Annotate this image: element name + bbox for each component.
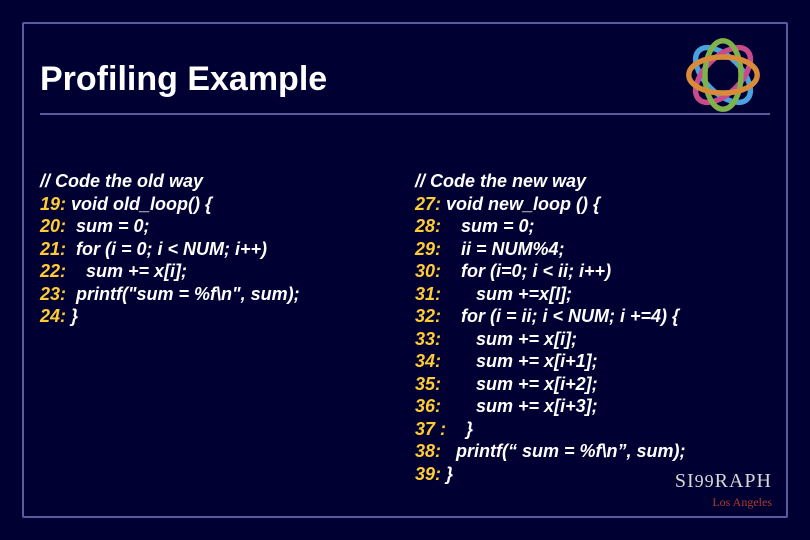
code-line: 21: for (i = 0; i < NUM; i++) (40, 238, 395, 261)
code-text: sum = 0; (441, 216, 535, 236)
code-line: 22: sum += x[i]; (40, 260, 395, 283)
title-underline (40, 113, 770, 115)
code-line: 38: printf(“ sum = %f\n”, sum); (415, 440, 770, 463)
code-text: sum = 0; (66, 216, 150, 236)
line-number: 23: (40, 284, 66, 304)
line-number: 31: (415, 284, 441, 304)
code-line: 30: for (i=0; i < ii; i++) (415, 260, 770, 283)
code-line: 36: sum += x[i+3]; (415, 395, 770, 418)
code-text: } (446, 419, 473, 439)
code-text: sum += x[i+1]; (441, 351, 598, 371)
line-number: 33: (415, 329, 441, 349)
brand-right: RAPH (715, 470, 772, 492)
left-code: 19: void old_loop() {20: sum = 0;21: for… (40, 193, 395, 328)
right-column: // Code the new way 27: void new_loop ()… (415, 170, 770, 485)
line-number: 24: (40, 306, 66, 326)
line-number: 28: (415, 216, 441, 236)
code-text: } (66, 306, 78, 326)
code-line: 28: sum = 0; (415, 215, 770, 238)
slide-title: Profiling Example (40, 60, 770, 109)
code-text: printf(“ sum = %f\n”, sum); (441, 441, 686, 461)
brand-text: SI99RAPH (675, 470, 772, 493)
line-number: 34: (415, 351, 441, 371)
line-number: 22: (40, 261, 66, 281)
code-text: void old_loop() { (66, 194, 212, 214)
code-text: sum += x[i+3]; (441, 396, 598, 416)
code-line: 34: sum += x[i+1]; (415, 350, 770, 373)
line-number: 38: (415, 441, 441, 461)
line-number: 35: (415, 374, 441, 394)
code-text: printf("sum = %f\n", sum); (66, 284, 300, 304)
line-number: 37 : (415, 419, 446, 439)
code-line: 19: void old_loop() { (40, 193, 395, 216)
right-heading: // Code the new way (415, 170, 770, 193)
code-text: for (i = ii; i < NUM; i +=4) { (441, 306, 679, 326)
code-line: 20: sum = 0; (40, 215, 395, 238)
code-line: 29: ii = NUM%4; (415, 238, 770, 261)
code-text: void new_loop () { (441, 194, 600, 214)
line-number: 21: (40, 239, 66, 259)
line-number: 19: (40, 194, 66, 214)
code-line: 32: for (i = ii; i < NUM; i +=4) { (415, 305, 770, 328)
footer-logo: SI99RAPH Los Angeles (675, 470, 772, 510)
code-line: 23: printf("sum = %f\n", sum); (40, 283, 395, 306)
code-line: 24: } (40, 305, 395, 328)
line-number: 39: (415, 464, 441, 484)
line-number: 27: (415, 194, 441, 214)
code-text: } (441, 464, 453, 484)
code-text: ii = NUM%4; (441, 239, 565, 259)
line-number: 30: (415, 261, 441, 281)
code-text: sum += x[i]; (441, 329, 577, 349)
line-number: 36: (415, 396, 441, 416)
left-column: // Code the old way 19: void old_loop() … (40, 170, 395, 485)
line-number: 20: (40, 216, 66, 236)
line-number: 32: (415, 306, 441, 326)
code-text: sum += x[i]; (66, 261, 187, 281)
brand-mid: 99 (695, 471, 715, 491)
line-number: 29: (415, 239, 441, 259)
code-line: 27: void new_loop () { (415, 193, 770, 216)
code-line: 35: sum += x[i+2]; (415, 373, 770, 396)
code-text: for (i = 0; i < NUM; i++) (66, 239, 267, 259)
code-line: 31: sum +=x[I]; (415, 283, 770, 306)
code-text: sum += x[i+2]; (441, 374, 598, 394)
code-columns: // Code the old way 19: void old_loop() … (40, 170, 770, 485)
code-line: 37 : } (415, 418, 770, 441)
left-heading: // Code the old way (40, 170, 395, 193)
code-text: for (i=0; i < ii; i++) (441, 261, 611, 281)
location-text: Los Angeles (675, 495, 772, 510)
right-code: 27: void new_loop () {28: sum = 0;29: ii… (415, 193, 770, 486)
brand-left: SI (675, 470, 695, 492)
code-line: 33: sum += x[i]; (415, 328, 770, 351)
code-text: sum +=x[I]; (441, 284, 572, 304)
